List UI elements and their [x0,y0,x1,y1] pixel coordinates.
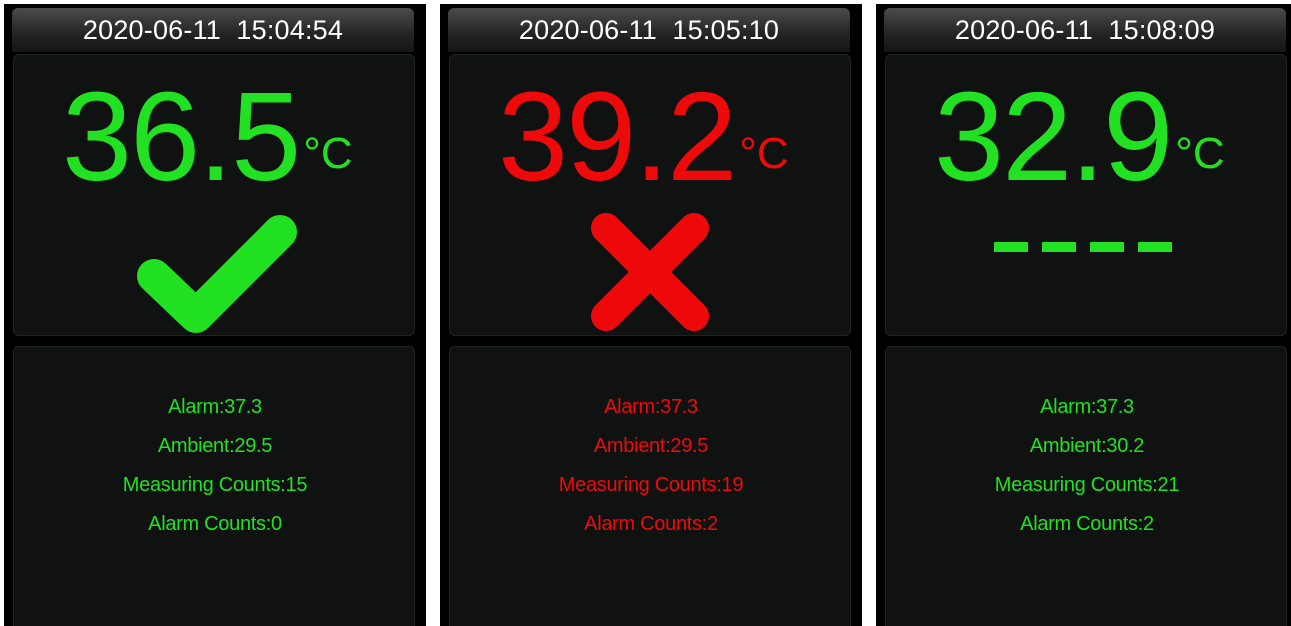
datetime-header: 2020-06-11 15:04:54 [12,8,414,52]
alarm-threshold: Alarm:37.3 [604,396,698,418]
datetime-header: 2020-06-11 15:05:10 [448,8,850,52]
measuring-counts: Measuring Counts:15 [122,474,308,496]
temperature-value: 32.9 [934,66,1173,207]
alarm-counts: Alarm Counts:0 [148,513,282,535]
temperature-readout: 32.9°C [934,72,1225,202]
stats-list: Alarm:37.3 Ambient:30.2 Measuring Counts… [876,388,1291,544]
temperature-value: 36.5 [62,66,301,207]
measuring-counts: Measuring Counts:21 [994,474,1180,496]
temperature-unit: °C [303,129,353,178]
alarm-threshold: Alarm:37.3 [1040,396,1134,418]
alarm-threshold: Alarm:37.3 [168,396,262,418]
alarm-counts: Alarm Counts:2 [1020,513,1154,535]
stats-list: Alarm:37.3 Ambient:29.5 Measuring Counts… [4,388,426,544]
ambient-temperature: Ambient:29.5 [157,435,273,457]
stats-list: Alarm:37.3 Ambient:29.5 Measuring Counts… [440,388,862,544]
temperature-value: 39.2 [498,66,737,207]
temperature-unit: °C [1175,129,1225,178]
device-screen-normal: 2020-06-11 15:04:54 36.5°C Alarm:37.3 Am… [4,4,426,626]
ambient-temperature: Ambient:29.5 [593,435,709,457]
check-icon [137,215,297,333]
temperature-readout: 39.2°C [498,72,789,202]
temperature-unit: °C [739,129,789,178]
alarm-counts: Alarm Counts:2 [584,513,718,535]
screens-stage: 2020-06-11 15:04:54 36.5°C Alarm:37.3 Am… [0,0,1291,626]
datetime-header: 2020-06-11 15:08:09 [884,8,1286,52]
dashes-icon [994,242,1172,252]
cross-icon [591,213,709,331]
ambient-temperature: Ambient:30.2 [1029,435,1145,457]
measuring-counts: Measuring Counts:19 [558,474,744,496]
device-screen-invalid: 2020-06-11 15:08:09 32.9°C Alarm:37.3 Am… [876,4,1291,626]
device-screen-alarm: 2020-06-11 15:05:10 39.2°C Alarm:37.3 Am… [440,4,862,626]
temperature-readout: 36.5°C [62,72,353,202]
